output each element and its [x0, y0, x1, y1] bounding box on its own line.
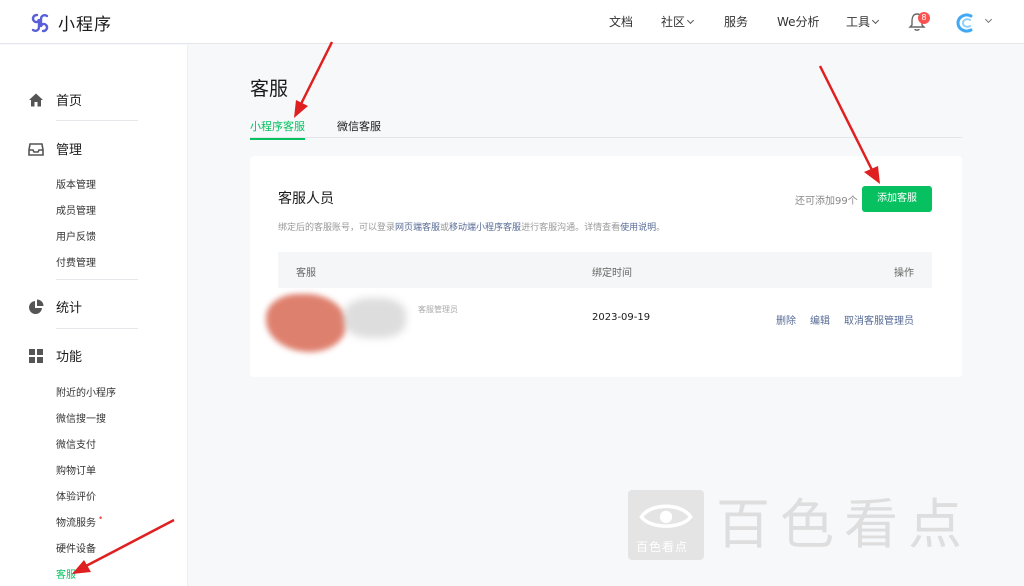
- sidebar-item-nearby[interactable]: 附近的小程序: [56, 384, 116, 399]
- web-service-link[interactable]: 网页端客服: [395, 223, 440, 233]
- avatar[interactable]: [955, 12, 977, 34]
- sidebar-item-label: 物流服务: [56, 518, 96, 529]
- sidebar-item-label: 统计: [56, 301, 83, 316]
- sidebar-item-hardware[interactable]: 硬件设备: [56, 540, 96, 555]
- tab-miniprogram-service[interactable]: 小程序客服: [250, 118, 305, 140]
- pie-chart-icon: [29, 299, 44, 314]
- column-header-bind-time: 绑定时间: [592, 268, 632, 279]
- sidebar-item-features[interactable]: 功能: [28, 346, 82, 365]
- top-bar: 小程序 文档 社区 服务 We分析 工具 8: [0, 0, 1024, 44]
- redacted-agent-avatar: [266, 288, 416, 354]
- sidebar-item-feedback[interactable]: 用户反馈: [56, 228, 96, 243]
- desc-text: 进行客服沟通。详情查看: [521, 223, 621, 233]
- card-description: 绑定后的客服账号，可以登录网页端客服或移动端小程序客服进行客服沟通。详情查看使用…: [278, 220, 665, 233]
- table-row: 客服管理员 2023-09-19 删除 编辑 取消客服管理员: [266, 288, 932, 352]
- sidebar: 首页 管理 版本管理 成员管理 用户反馈 付费管理 统计 功能 附近的小程序 微…: [0, 45, 188, 586]
- redaction-scribble: [266, 294, 346, 352]
- sidebar-item-review[interactable]: 体验评价: [56, 488, 96, 503]
- column-header-actions: 操作: [894, 268, 914, 279]
- grid-icon: [29, 348, 43, 363]
- nav-tools[interactable]: 工具: [846, 0, 880, 44]
- tab-wechat-service[interactable]: 微信客服: [337, 118, 381, 138]
- sidebar-item-home[interactable]: 首页: [28, 90, 82, 109]
- desc-text: 绑定后的客服账号，可以登录: [278, 223, 396, 233]
- usage-guide-link[interactable]: 使用说明: [620, 223, 656, 233]
- quota-text: 还可添加99个: [795, 196, 858, 207]
- sidebar-item-customer-service[interactable]: 客服: [56, 566, 76, 581]
- column-header-agent: 客服: [296, 268, 316, 279]
- add-service-button[interactable]: 添加客服: [862, 186, 932, 212]
- sidebar-item-stats[interactable]: 统计: [28, 297, 82, 316]
- sidebar-item-orders[interactable]: 购物订单: [56, 462, 96, 477]
- divider: [56, 120, 138, 121]
- home-icon: [29, 93, 43, 106]
- new-dot-icon: •: [98, 514, 104, 524]
- nav-docs[interactable]: 文档: [609, 0, 633, 44]
- inbox-icon: [28, 142, 44, 156]
- sidebar-item-pay[interactable]: 微信支付: [56, 436, 96, 451]
- mobile-service-link[interactable]: 移动端小程序客服: [449, 223, 521, 233]
- divider: [56, 328, 138, 329]
- table-header: 客服 绑定时间 操作: [278, 252, 932, 288]
- nav-community[interactable]: 社区: [661, 0, 695, 44]
- delete-link[interactable]: 删除: [776, 312, 796, 327]
- eye-logo-icon: [639, 504, 693, 528]
- watermark: 百色看点 百色看点: [628, 490, 1018, 560]
- sidebar-item-members[interactable]: 成员管理: [56, 202, 96, 217]
- nav-service[interactable]: 服务: [724, 0, 748, 44]
- sidebar-item-label: 功能: [56, 350, 83, 365]
- redaction-scribble: [344, 298, 406, 338]
- desc-text: 或: [440, 223, 450, 233]
- chevron-down-icon[interactable]: [984, 15, 993, 24]
- watermark-logo: 百色看点: [628, 490, 704, 560]
- chevron-down-icon: [871, 16, 880, 25]
- app-name: 小程序: [58, 15, 112, 35]
- notification-badge: 8: [918, 12, 930, 24]
- nav-community-label: 社区: [661, 15, 686, 29]
- sidebar-item-billing[interactable]: 付费管理: [56, 254, 96, 269]
- card-title: 客服人员: [278, 191, 334, 207]
- sidebar-item-logistics[interactable]: 物流服务 •: [56, 514, 103, 529]
- nav-analytics[interactable]: We分析: [777, 0, 820, 44]
- tab-bar: 小程序客服 微信客服: [250, 116, 962, 140]
- nav-tools-label: 工具: [846, 15, 871, 29]
- annotation-arrow-tab: [294, 41, 334, 118]
- page-title: 客服: [250, 78, 289, 100]
- edit-link[interactable]: 编辑: [810, 312, 830, 327]
- desc-text: 。: [656, 223, 666, 233]
- sidebar-item-label: 首页: [56, 94, 83, 109]
- sidebar-item-label: 管理: [56, 143, 83, 158]
- sidebar-item-version[interactable]: 版本管理: [56, 176, 96, 191]
- divider: [56, 279, 138, 280]
- app-logo[interactable]: 小程序: [28, 10, 112, 35]
- revoke-admin-link[interactable]: 取消客服管理员: [844, 312, 914, 327]
- watermark-text: 百色看点: [716, 493, 972, 556]
- sidebar-item-search[interactable]: 微信搜一搜: [56, 410, 106, 425]
- miniprogram-logo-icon: [31, 13, 49, 32]
- sidebar-item-manage[interactable]: 管理: [28, 139, 82, 158]
- bind-time-value: 2023-09-19: [592, 312, 651, 323]
- agent-role: 客服管理员: [418, 305, 458, 314]
- chevron-down-icon: [686, 16, 695, 25]
- service-staff-card: 客服人员 还可添加99个 添加客服 绑定后的客服账号，可以登录网页端客服或移动端…: [250, 156, 962, 377]
- watermark-small-text: 百色看点: [636, 540, 689, 554]
